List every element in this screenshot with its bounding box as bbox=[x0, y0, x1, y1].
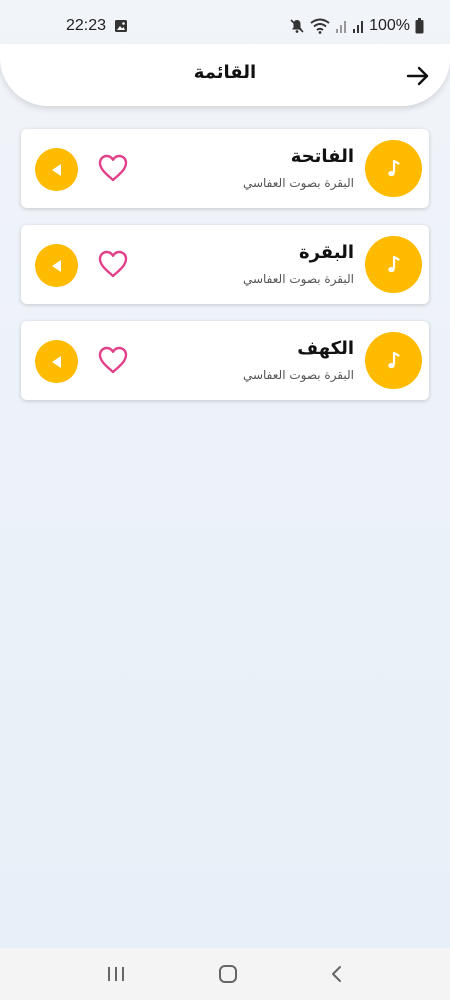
track-subtitle: البقرة بصوت العفاسي bbox=[242, 272, 354, 286]
track-title: الفاتحة bbox=[290, 146, 354, 167]
recent-apps-icon[interactable] bbox=[106, 965, 126, 983]
play-button[interactable] bbox=[35, 340, 78, 383]
status-time: 22:23 bbox=[66, 17, 107, 34]
play-button[interactable] bbox=[35, 148, 78, 191]
music-note-icon bbox=[365, 236, 422, 293]
track-card[interactable]: البقرة البقرة بصوت العفاسي bbox=[21, 225, 429, 304]
status-left: 22:23 bbox=[66, 17, 128, 35]
page-title: القائمة bbox=[193, 62, 257, 83]
heart-icon[interactable] bbox=[97, 345, 129, 375]
signal-icon bbox=[352, 19, 364, 33]
app-header: القائمة bbox=[0, 44, 450, 106]
back-icon[interactable] bbox=[330, 965, 344, 983]
home-icon[interactable] bbox=[218, 964, 238, 984]
heart-icon[interactable] bbox=[97, 249, 129, 279]
status-right: 100% bbox=[289, 17, 424, 35]
track-card[interactable]: الفاتحة البقرة بصوت العفاسي bbox=[21, 129, 429, 208]
music-note-icon bbox=[365, 140, 422, 197]
wifi-icon bbox=[310, 18, 330, 34]
arrow-right-icon[interactable] bbox=[404, 62, 432, 90]
music-note-icon bbox=[365, 332, 422, 389]
gallery-icon bbox=[114, 19, 128, 33]
track-subtitle: البقرة بصوت العفاسي bbox=[242, 176, 354, 190]
track-list: الفاتحة البقرة بصوت العفاسي البقرة البقر… bbox=[21, 129, 429, 417]
battery-icon bbox=[415, 18, 424, 34]
play-button[interactable] bbox=[35, 244, 78, 287]
battery-text: 100% bbox=[369, 17, 410, 34]
mute-icon bbox=[289, 18, 305, 34]
system-nav-bar bbox=[0, 948, 450, 1000]
track-card[interactable]: الكهف البقرة بصوت العفاسي bbox=[21, 321, 429, 400]
signal-icon bbox=[335, 19, 347, 33]
track-title: الكهف bbox=[297, 338, 354, 359]
track-subtitle: البقرة بصوت العفاسي bbox=[242, 368, 354, 382]
track-title: البقرة bbox=[298, 242, 354, 263]
heart-icon[interactable] bbox=[97, 153, 129, 183]
